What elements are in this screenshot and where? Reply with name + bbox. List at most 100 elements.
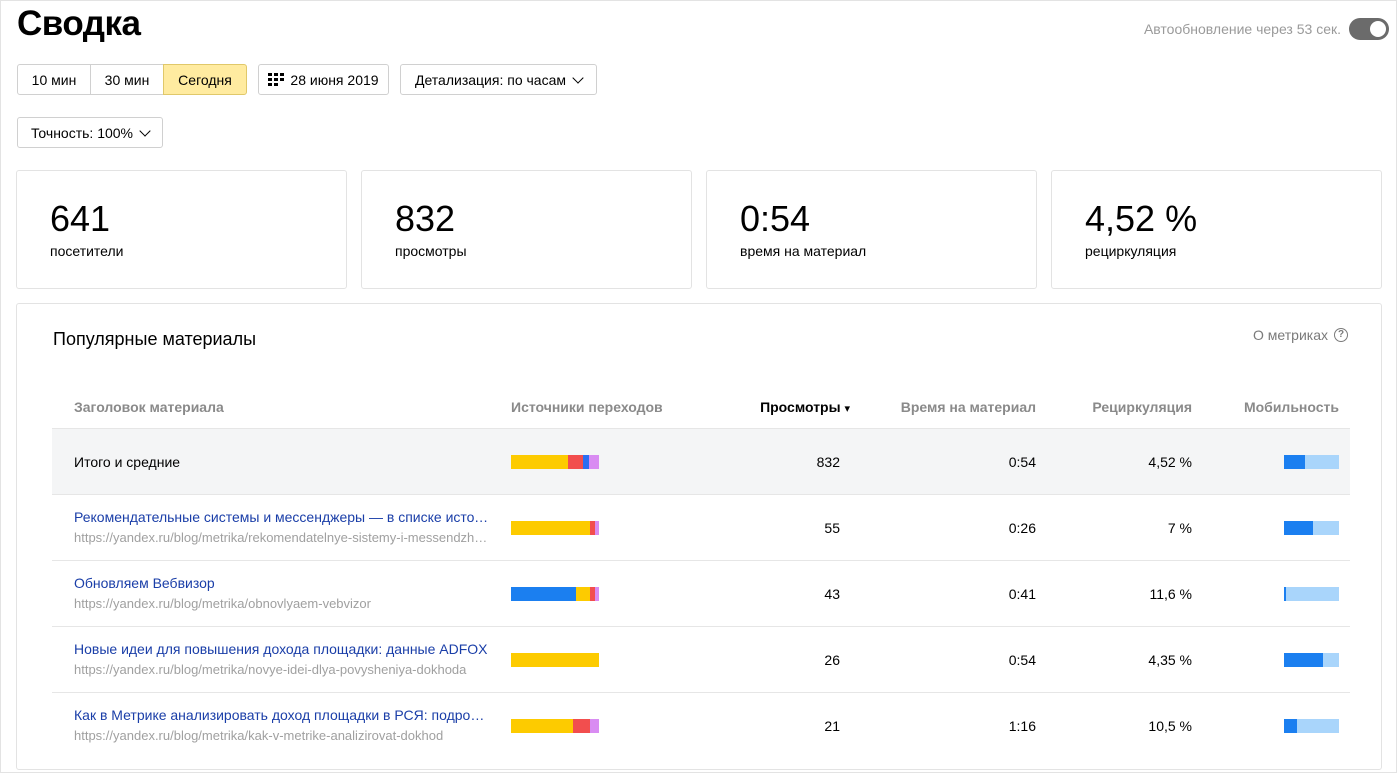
sources-bar — [511, 455, 599, 469]
material-title-link[interactable]: Как в Метрике анализировать доход площад… — [74, 707, 489, 723]
calendar-icon — [268, 72, 285, 86]
table-row-total: Итого и средние 832 0:54 4,52 % — [52, 429, 1350, 495]
material-title-link[interactable]: Новые идеи для повышения дохода площадки… — [74, 641, 489, 657]
autoupdate: Автообновление через 53 сек. — [1144, 16, 1389, 42]
metric-value: 641 — [50, 198, 111, 239]
toggle-knob — [1370, 21, 1386, 37]
mobility-bar — [1284, 653, 1339, 667]
mobility-bar — [1284, 521, 1339, 535]
views-value: 21 — [824, 718, 840, 734]
mobility-fill — [1284, 521, 1313, 535]
period-selector: 10 мин 30 мин Сегодня — [17, 64, 247, 95]
date-button[interactable]: 28 июня 2019 — [258, 64, 389, 95]
accuracy-select-label: Точность: 100% — [30, 124, 134, 141]
mobility-fill — [1284, 719, 1298, 733]
mobility-fill — [1284, 455, 1305, 469]
total-label: Итого и средние — [74, 454, 181, 470]
time-value: 0:26 — [1008, 520, 1036, 536]
table-row: Как в Метрике анализировать доход площад… — [52, 693, 1350, 759]
metric-card-time: 0:54 время на материал — [706, 170, 1037, 289]
metric-card-views: 832 просмотры — [361, 170, 692, 289]
sources-bar — [511, 587, 599, 601]
detail-select-label: Детализация: по часам — [415, 71, 566, 88]
source-segment — [511, 587, 577, 601]
metric-card-visitors: 641 посетители — [16, 170, 347, 289]
metric-value: 832 — [395, 198, 456, 239]
table-row: Новые идеи для повышения дохода площадки… — [52, 627, 1350, 693]
materials-table: Заголовок материала Источники переходов … — [52, 384, 1350, 759]
source-segment — [589, 455, 599, 469]
accuracy-select[interactable]: Точность: 100% — [17, 117, 163, 148]
metric-label: время на материал — [740, 243, 867, 259]
col-mobility-header[interactable]: Мобильность — [1244, 399, 1339, 415]
sources-bar — [511, 653, 599, 667]
chevron-down-icon — [139, 124, 151, 137]
source-segment — [590, 719, 599, 733]
period-30min-button[interactable]: 30 мин — [90, 64, 164, 95]
mobility-fill — [1284, 653, 1323, 667]
source-segment — [511, 455, 569, 469]
metric-value: 4,52 % — [1085, 198, 1198, 239]
source-segment — [595, 587, 599, 601]
source-segment — [576, 587, 591, 601]
material-url: https://yandex.ru/blog/metrika/novye-ide… — [74, 662, 467, 677]
sources-bar — [511, 521, 599, 535]
col-recirc-header[interactable]: Рециркуляция — [1092, 399, 1192, 415]
source-segment — [568, 455, 584, 469]
about-metrics-link[interactable]: О метриках ? — [1253, 327, 1348, 343]
popular-materials-panel: Популярные материалы О метриках ? Заголо… — [16, 303, 1382, 770]
metric-value: 0:54 — [740, 198, 811, 239]
source-segment — [511, 719, 573, 733]
time-value: 1:16 — [1008, 718, 1036, 734]
mobility-fill — [1284, 587, 1287, 601]
col-sources-header[interactable]: Источники переходов — [511, 399, 663, 415]
time-value: 0:54 — [1008, 652, 1036, 668]
detail-select[interactable]: Детализация: по часам — [400, 64, 597, 95]
date-label: 28 июня 2019 — [290, 71, 379, 88]
mobility-bar — [1284, 719, 1339, 733]
material-url: https://yandex.ru/blog/metrika/obnovlyae… — [74, 596, 371, 611]
views-value: 43 — [824, 586, 840, 602]
question-icon: ? — [1334, 328, 1348, 342]
views-value: 832 — [816, 454, 840, 470]
views-value: 26 — [824, 652, 840, 668]
chevron-down-icon — [572, 71, 584, 84]
recirc-value: 10,5 % — [1148, 718, 1192, 734]
col-time-header[interactable]: Время на материал — [901, 399, 1036, 415]
table-header: Заголовок материала Источники переходов … — [52, 384, 1350, 429]
material-url: https://yandex.ru/blog/metrika/kak-v-met… — [74, 728, 444, 743]
panel-title: Популярные материалы — [53, 329, 257, 349]
metric-card-recirculation: 4,52 % рециркуляция — [1051, 170, 1382, 289]
time-value: 0:54 — [1008, 454, 1036, 470]
source-segment — [511, 653, 599, 667]
table-row: Обновляем Вебвизор https://yandex.ru/blo… — [52, 561, 1350, 627]
recirc-value: 4,52 % — [1148, 454, 1192, 470]
material-url: https://yandex.ru/blog/metrika/rekomenda… — [74, 530, 489, 545]
period-today-button[interactable]: Сегодня — [163, 64, 247, 95]
autoupdate-toggle[interactable] — [1349, 18, 1389, 40]
views-value: 55 — [824, 520, 840, 536]
recirc-value: 4,35 % — [1148, 652, 1192, 668]
mobility-bar — [1284, 587, 1339, 601]
time-value: 0:41 — [1008, 586, 1036, 602]
metric-label: рециркуляция — [1085, 243, 1177, 259]
recirc-value: 11,6 % — [1149, 586, 1192, 602]
material-title-link[interactable]: Рекомендательные системы и мессенджеры —… — [74, 509, 489, 525]
table-row: Рекомендательные системы и мессенджеры —… — [52, 495, 1350, 561]
source-segment — [511, 521, 591, 535]
source-segment — [572, 719, 591, 733]
mobility-bar — [1284, 455, 1339, 469]
about-metrics-label: О метриках — [1253, 327, 1328, 343]
col-title-header[interactable]: Заголовок материала — [74, 399, 224, 415]
page-title: Сводка — [17, 4, 141, 43]
period-10min-button[interactable]: 10 мин — [17, 64, 91, 95]
metric-label: просмотры — [395, 243, 467, 259]
recirc-value: 7 % — [1167, 520, 1192, 536]
source-segment — [594, 521, 599, 535]
material-title-link[interactable]: Обновляем Вебвизор — [74, 575, 489, 591]
col-views-label: Просмотры — [760, 399, 841, 415]
sort-desc-icon: ▾ — [844, 403, 850, 415]
col-views-header[interactable]: Просмотры ▾ — [760, 399, 850, 415]
metric-label: посетители — [50, 243, 124, 259]
autoupdate-label: Автообновление через 53 сек. — [1143, 21, 1341, 37]
